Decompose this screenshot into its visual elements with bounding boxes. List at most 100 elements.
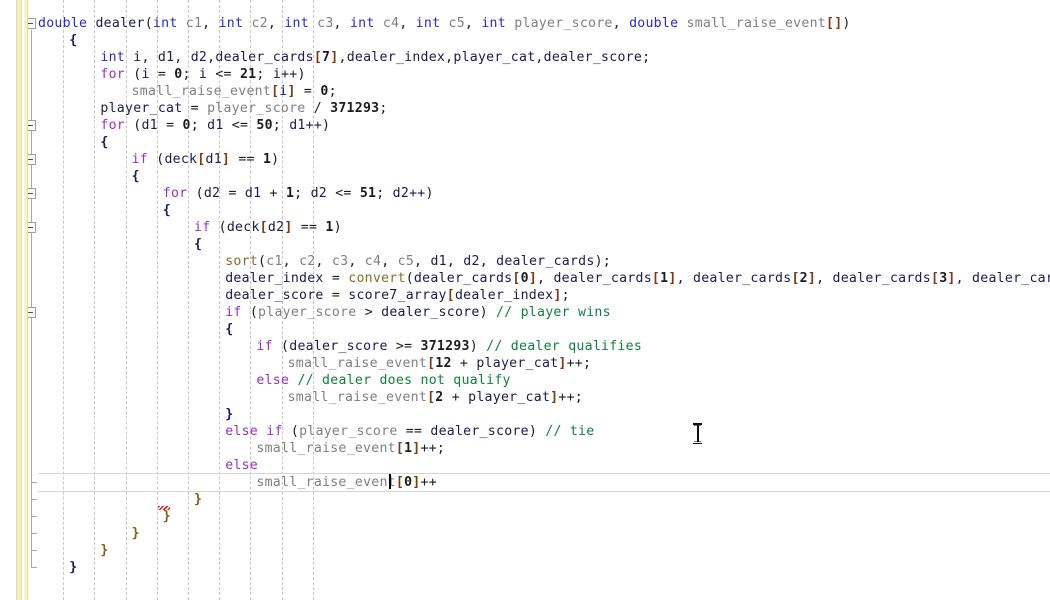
code-line[interactable]: int i, d1, d2,dealer_cards[7],dealer_ind… xyxy=(0,49,1050,66)
code-token: dealer_index xyxy=(454,288,554,303)
code-token: sort xyxy=(225,254,259,269)
code-text[interactable]: double dealer(int c1, int c2, int c3, in… xyxy=(0,0,1050,600)
code-token: <= xyxy=(223,118,257,133)
code-token: dealer xyxy=(95,16,145,31)
code-line[interactable]: else // dealer does not qualify xyxy=(0,372,1050,389)
code-line[interactable]: { xyxy=(0,134,1050,151)
code-token: ) xyxy=(528,424,546,439)
code-token: // dealer qualifies xyxy=(486,339,643,354)
code-token: / xyxy=(305,101,331,116)
code-token: ++; xyxy=(420,441,446,456)
code-token: if xyxy=(194,220,211,235)
code-line[interactable]: for (i = 0; i <= 21; i++) xyxy=(0,66,1050,83)
code-token: i xyxy=(279,84,288,99)
code-token: , xyxy=(816,271,833,286)
code-token: ( xyxy=(125,67,142,82)
code-token: ); xyxy=(594,254,612,269)
code-token: , xyxy=(315,254,332,269)
code-line[interactable]: small_raise_event[0]++ xyxy=(0,474,1050,491)
code-token: , xyxy=(535,50,544,65)
code-token: int xyxy=(284,16,309,31)
code-token: small_raise_event xyxy=(686,16,826,31)
code-token: ] xyxy=(287,84,296,99)
code-token: deck xyxy=(164,152,198,167)
code-token: ] xyxy=(947,271,956,286)
code-token: dealer_cards xyxy=(413,271,513,286)
code-line[interactable]: if (dealer_score >= 371293) // dealer qu… xyxy=(0,338,1050,355)
code-line[interactable]: } xyxy=(0,406,1050,423)
code-token: [] xyxy=(825,16,843,31)
code-token: ( xyxy=(272,339,290,354)
code-line[interactable]: } xyxy=(0,542,1050,559)
code-token: ; xyxy=(190,118,208,133)
code-token: >= xyxy=(387,339,421,354)
code-line[interactable]: else if (player_score == dealer_score) /… xyxy=(0,423,1050,440)
code-line[interactable]: } xyxy=(0,559,1050,576)
code-token: { xyxy=(225,322,234,337)
code-line[interactable]: for (d1 = 0; d1 <= 50; d1++) xyxy=(0,117,1050,134)
code-line[interactable]: double dealer(int c1, int c2, int c3, in… xyxy=(0,15,1050,32)
code-token: , xyxy=(464,16,482,31)
code-token: = xyxy=(323,271,349,286)
code-token: player_cat xyxy=(476,356,559,371)
code-token: dealer_index xyxy=(225,271,324,286)
code-token: ) xyxy=(271,152,280,167)
code-token: c4 xyxy=(364,254,382,269)
code-line[interactable]: small_raise_event[2 + player_cat]++; xyxy=(0,389,1050,406)
code-line[interactable]: if (player_score > dealer_score) // play… xyxy=(0,304,1050,321)
code-token: , xyxy=(267,16,285,31)
code-line[interactable]: dealer_index = convert(dealer_cards[0], … xyxy=(0,270,1050,287)
code-token: ; xyxy=(561,288,570,303)
code-line[interactable]: player_cat = player_score / 371293; xyxy=(0,100,1050,117)
code-token: d1++ xyxy=(289,118,323,133)
code-line[interactable]: sort(c1, c2, c3, c4, c5, d1, d2, dealer_… xyxy=(0,253,1050,270)
code-token: ] xyxy=(412,475,421,490)
code-editor[interactable]: double dealer(int c1, int c2, int c3, in… xyxy=(0,0,1050,600)
code-token: } xyxy=(69,560,78,575)
code-token: c3 xyxy=(317,16,334,31)
code-token: ; xyxy=(376,186,393,201)
code-token: , xyxy=(955,271,973,286)
code-token: // dealer does not qualify xyxy=(297,373,511,388)
code-token: [ xyxy=(446,288,455,303)
code-token: ] xyxy=(668,271,677,286)
code-line[interactable]: small_raise_event[i] = 0; xyxy=(0,83,1050,100)
code-line[interactable]: } xyxy=(0,508,1050,525)
code-token: ( xyxy=(405,271,414,286)
code-token: c1 xyxy=(185,16,203,31)
code-token: = xyxy=(295,84,321,99)
code-line[interactable]: } xyxy=(0,525,1050,542)
code-token: else xyxy=(225,458,259,473)
code-token: player_score xyxy=(299,424,398,439)
code-token: ) xyxy=(479,305,496,320)
code-token: small_raise_event xyxy=(287,356,428,371)
code-line[interactable]: small_raise_event[1]++; xyxy=(0,440,1050,457)
code-line[interactable]: { xyxy=(0,202,1050,219)
code-line[interactable]: dealer_score = score7_array[dealer_index… xyxy=(0,287,1050,304)
code-token: dealer_cards xyxy=(215,50,314,65)
code-line[interactable]: if (deck[d1] == 1) xyxy=(0,151,1050,168)
code-line[interactable]: for (d2 = d1 + 1; d2 <= 51; d2++) xyxy=(0,185,1050,202)
code-token: ( xyxy=(187,186,204,201)
code-token: 0 xyxy=(174,67,183,82)
code-token: 2 xyxy=(799,271,808,286)
code-line[interactable]: { xyxy=(0,236,1050,253)
code-token: ( xyxy=(282,424,300,439)
code-token: , xyxy=(141,50,158,65)
code-line[interactable]: { xyxy=(0,32,1050,49)
code-token: = xyxy=(182,101,208,116)
code-token: ) xyxy=(469,339,487,354)
code-line[interactable]: if (deck[d2] == 1) xyxy=(0,219,1050,236)
code-token: [ xyxy=(313,50,323,65)
code-line[interactable]: small_raise_event[12 + player_cat]++; xyxy=(0,355,1050,372)
text-caret xyxy=(389,474,391,489)
code-token: ; xyxy=(182,67,199,82)
code-line[interactable]: { xyxy=(0,321,1050,338)
code-line[interactable]: else xyxy=(0,457,1050,474)
code-token: ; xyxy=(294,186,311,201)
code-token: , xyxy=(333,16,350,31)
code-line[interactable]: { xyxy=(0,168,1050,185)
